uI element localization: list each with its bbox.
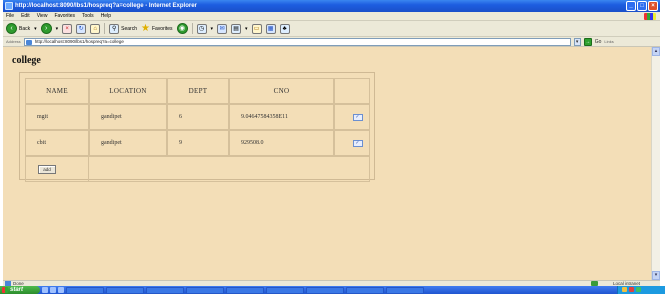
add-button[interactable]: add: [38, 164, 56, 174]
history-icon[interactable]: ◷: [196, 23, 207, 34]
system-tray: [617, 286, 665, 294]
forward-dropdown-icon[interactable]: ▾: [56, 26, 59, 32]
cell-empty: [89, 156, 370, 182]
column-header-cno: CNO: [229, 78, 334, 104]
cell-dept: 6: [167, 104, 229, 130]
vertical-scrollbar[interactable]: ▴ ▾: [651, 47, 660, 280]
taskbar-item[interactable]: [106, 286, 144, 294]
column-header-name: NAME: [25, 78, 89, 104]
discuss-icon[interactable]: ♣: [279, 23, 290, 34]
menu-help[interactable]: Help: [101, 13, 111, 19]
cell-location: gandipet: [89, 130, 167, 156]
search-icon[interactable]: ⚲: [109, 23, 120, 34]
taskbar-item[interactable]: [346, 286, 384, 294]
start-button[interactable]: start: [0, 286, 40, 294]
cell-cno: 9.04647584358E11: [229, 104, 334, 130]
minimize-button[interactable]: _: [626, 1, 636, 11]
back-dropdown-icon[interactable]: ▾: [34, 26, 37, 32]
tray-icon[interactable]: [629, 287, 634, 292]
toolbar-separator: [191, 23, 193, 34]
quicklaunch-media-icon[interactable]: [58, 287, 64, 293]
windows-flag-icon: [644, 13, 656, 20]
history-dropdown-icon[interactable]: ▾: [211, 26, 214, 32]
taskbar-item[interactable]: [226, 286, 264, 294]
menu-file[interactable]: File: [6, 13, 14, 19]
menu-tools[interactable]: Tools: [82, 13, 94, 19]
windows-flag-icon: [2, 287, 8, 293]
edit-icon[interactable]: ✓: [352, 139, 363, 147]
address-dropdown-icon[interactable]: ▾: [573, 37, 581, 46]
folder-icon[interactable]: ▭: [251, 23, 262, 34]
scroll-up-icon[interactable]: ▴: [652, 47, 660, 56]
print-dropdown-icon[interactable]: ▾: [245, 26, 248, 32]
messenger-icon[interactable]: ▦: [265, 23, 276, 34]
cell-location: gandipet: [89, 104, 167, 130]
media-icon[interactable]: ◉: [176, 23, 188, 34]
column-header-action: [334, 78, 370, 104]
favorites-label[interactable]: Favorites: [152, 26, 173, 32]
start-label: start: [10, 287, 24, 293]
links-button[interactable]: Links: [604, 39, 613, 44]
menu-edit[interactable]: Edit: [21, 13, 30, 19]
print-icon[interactable]: ▤: [231, 23, 242, 34]
column-header-dept: DEPT: [167, 78, 229, 104]
toolbar-separator: [104, 23, 106, 34]
taskbar-item[interactable]: [186, 286, 224, 294]
taskbar-item[interactable]: [306, 286, 344, 294]
taskbar: start: [0, 286, 665, 294]
ie-logo-icon: [5, 2, 13, 10]
table-header-row: NAME LOCATION DEPT CNO: [25, 78, 370, 104]
forward-arrow-icon[interactable]: ›: [40, 23, 52, 34]
title-bar: http://localhost:8090/lbs1/hospreq?a=col…: [3, 0, 660, 12]
cell-dept: 9: [167, 130, 229, 156]
cell-cno: 929508.0: [229, 130, 334, 156]
go-arrow-icon[interactable]: →: [583, 37, 592, 46]
address-bar: Address http://localhost:8090/lbs1/hospr…: [3, 37, 660, 47]
back-arrow-icon[interactable]: ‹: [6, 23, 17, 34]
table-add-row: add: [25, 156, 370, 182]
column-header-location: LOCATION: [89, 78, 167, 104]
maximize-button[interactable]: □: [637, 1, 647, 11]
page-title: college: [12, 55, 41, 66]
address-url: http://localhost:8090/lbs1/hospreq?a=col…: [34, 38, 124, 44]
page-icon: [25, 39, 32, 45]
cell-action: ✓: [334, 104, 370, 130]
address-input[interactable]: http://localhost:8090/lbs1/hospreq?a=col…: [23, 37, 571, 46]
quicklaunch-desktop-icon[interactable]: [50, 287, 56, 293]
table-row: cbit gandipet 9 929508.0 ✓: [25, 130, 370, 156]
tray-icon[interactable]: [636, 287, 641, 292]
back-label[interactable]: Back: [19, 26, 30, 32]
college-table: NAME LOCATION DEPT CNO mgit gandipet 6 9…: [25, 78, 370, 182]
address-label: Address: [6, 39, 21, 44]
menu-view[interactable]: View: [37, 13, 48, 19]
menu-favorites[interactable]: Favorites: [54, 13, 75, 19]
window-title: http://localhost:8090/lbs1/hospreq?a=col…: [15, 3, 197, 9]
taskbar-item[interactable]: [66, 286, 104, 294]
cell-name: mgit: [25, 104, 89, 130]
menu-bar: File Edit View Favorites Tools Help: [3, 12, 660, 21]
tray-icon[interactable]: [622, 287, 627, 292]
refresh-icon[interactable]: ↻: [76, 23, 87, 34]
cell-action: ✓: [334, 130, 370, 156]
college-table-panel: NAME LOCATION DEPT CNO mgit gandipet 6 9…: [19, 72, 375, 182]
star-icon[interactable]: ★: [141, 23, 150, 34]
browser-window: http://localhost:8090/lbs1/hospreq?a=col…: [3, 0, 660, 294]
home-icon[interactable]: ⌂: [90, 23, 101, 34]
window-controls: _ □ ×: [626, 1, 658, 11]
scroll-down-icon[interactable]: ▾: [652, 271, 660, 280]
quicklaunch-ie-icon[interactable]: [42, 287, 48, 293]
table-row: mgit gandipet 6 9.04647584358E11 ✓: [25, 104, 370, 130]
edit-icon[interactable]: ✓: [352, 113, 363, 121]
stop-icon[interactable]: ×: [62, 23, 73, 34]
go-button[interactable]: Go: [595, 39, 602, 45]
standard-toolbar: ‹ Back ▾ › ▾ × ↻ ⌂ ⚲ Search ★ Favorites …: [3, 21, 660, 37]
taskbar-item[interactable]: [386, 286, 424, 294]
search-label[interactable]: Search: [121, 26, 137, 32]
cell-add: add: [25, 156, 89, 182]
mail-icon[interactable]: ✉: [217, 23, 228, 34]
close-button[interactable]: ×: [648, 1, 658, 11]
taskbar-item[interactable]: [266, 286, 304, 294]
taskbar-item[interactable]: [146, 286, 184, 294]
cell-name: cbit: [25, 130, 89, 156]
